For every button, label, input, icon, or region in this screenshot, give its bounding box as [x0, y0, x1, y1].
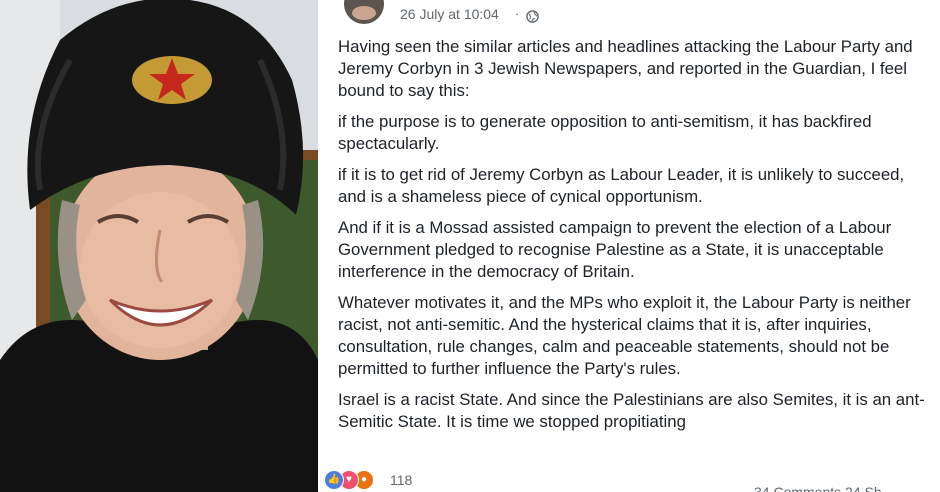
post-footer: 👍 ♥ ● 118 34 Comments 24 Sh: [318, 468, 940, 492]
globe-icon[interactable]: [526, 10, 539, 23]
post-header: 26 July at 10:04 ·: [318, 0, 940, 30]
post-paragraph: Israel is a racist State. And since the …: [338, 390, 925, 431]
post-timestamp[interactable]: 26 July at 10:04: [400, 6, 499, 22]
post-body: Having seen the similar articles and hea…: [338, 36, 936, 442]
star-badge-icon: [132, 56, 212, 104]
like-icon: 👍: [324, 470, 344, 490]
reaction-count[interactable]: 118: [390, 472, 412, 488]
post-paragraph: if it is to get rid of Jeremy Corbyn as …: [338, 165, 905, 206]
woman-in-fur-hat-photo: [0, 0, 318, 492]
post-paragraph: Whatever motivates it, and the MPs who e…: [338, 293, 911, 378]
separator-dot: ·: [515, 6, 520, 21]
facebook-post: 26 July at 10:04 · Having seen the simil…: [318, 0, 940, 492]
comments-shares-link[interactable]: 34 Comments 24 Sh: [754, 484, 882, 492]
reactions-summary[interactable]: 👍 ♥ ●: [324, 470, 394, 490]
post-paragraph: Having seen the similar articles and hea…: [338, 37, 913, 100]
profile-photo: [0, 0, 318, 492]
post-paragraph: And if it is a Mossad assisted campaign …: [338, 218, 892, 281]
avatar[interactable]: [344, 0, 384, 24]
post-paragraph: if the purpose is to generate opposition…: [338, 112, 872, 153]
